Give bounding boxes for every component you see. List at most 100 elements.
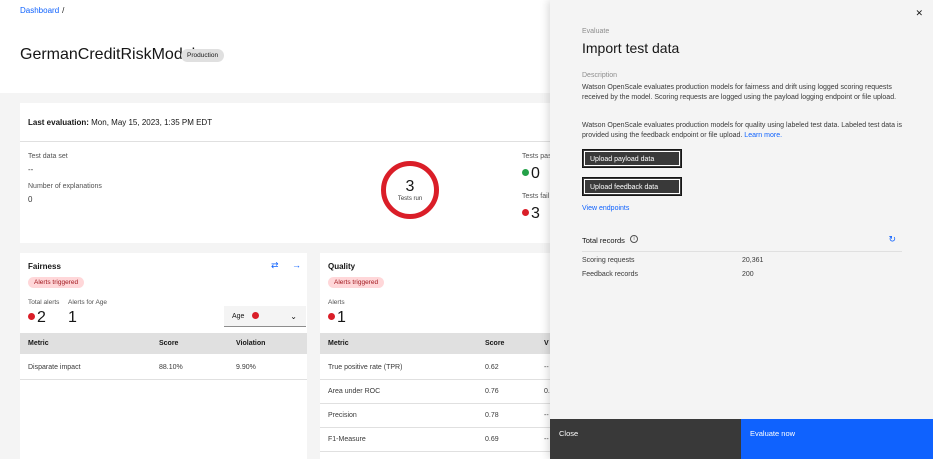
violation-cell: 0. xyxy=(544,388,550,395)
production-tag: Production xyxy=(181,49,225,62)
total-records-header: Total records i ↻ xyxy=(582,234,902,250)
violation-cell: -- xyxy=(544,436,549,443)
alert-status-icon xyxy=(328,313,335,321)
info-icon[interactable]: i xyxy=(630,235,638,243)
quality-title: Quality xyxy=(328,262,356,271)
description-paragraph-2-text: Watson OpenScale evaluates production mo… xyxy=(582,122,902,139)
divider xyxy=(20,141,560,142)
feedback-records-value: 200 xyxy=(742,271,754,278)
violation-cell: -- xyxy=(544,364,549,371)
test-data-set-label: Test data set xyxy=(28,153,68,160)
tests-run-donut: 3 Tests run xyxy=(381,161,439,219)
panel-eyebrow: Evaluate xyxy=(582,28,610,35)
breadcrumb-separator: / xyxy=(62,6,65,15)
attribute-select[interactable]: Age ⌄ xyxy=(224,306,306,327)
last-evaluation-value: Mon, May 15, 2023, 1:35 PM EDT xyxy=(91,118,213,127)
column-header: V xyxy=(544,340,549,347)
metric-cell: Area under ROC xyxy=(328,388,381,395)
violation-cell: -- xyxy=(544,412,549,419)
feedback-records-row: Feedback records 200 xyxy=(582,271,902,283)
attribute-select-value: Age xyxy=(232,313,245,320)
evaluate-now-button[interactable]: Evaluate now xyxy=(741,419,933,459)
close-button[interactable]: Close xyxy=(550,419,741,459)
tests-run-value: 3 xyxy=(405,178,415,195)
refresh-icon[interactable]: ↻ xyxy=(888,234,896,245)
table-row[interactable]: F1-Measure 0.69 -- xyxy=(320,428,560,452)
tests-failed-value: 3 xyxy=(531,205,540,222)
table-row[interactable]: Precision 0.78 -- xyxy=(320,404,560,428)
quality-alerts: 1 xyxy=(328,309,346,327)
metric-cell: Disparate impact xyxy=(28,364,81,371)
scoring-requests-value: 20,361 xyxy=(742,257,764,264)
last-evaluation: Last evaluation: Mon, May 15, 2023, 1:35… xyxy=(28,118,212,127)
tests-passed-label: Tests pas xyxy=(522,153,552,160)
tests-failed: 3 xyxy=(522,205,540,223)
chevron-down-icon: ⌄ xyxy=(290,312,297,321)
tests-run-label: Tests run xyxy=(397,196,423,202)
select-alert-icon xyxy=(252,311,260,319)
divider xyxy=(582,251,902,252)
total-records-label: Total records xyxy=(582,236,625,245)
metric-cell: True positive rate (TPR) xyxy=(328,364,403,371)
explanations-label: Number of explanations xyxy=(28,183,102,190)
arrow-right-icon[interactable]: → xyxy=(292,260,301,270)
description-label: Description xyxy=(582,72,618,79)
feedback-records-label: Feedback records xyxy=(582,271,639,278)
total-alerts: 2 xyxy=(28,309,46,327)
table-row[interactable]: True positive rate (TPR) 0.62 -- xyxy=(320,356,560,380)
violation-cell: 9.90% xyxy=(236,364,256,371)
fairness-title: Fairness xyxy=(28,262,61,271)
last-evaluation-label: Last evaluation: xyxy=(28,118,89,127)
quality-panel: Quality Alerts triggered Alerts 1 Metric… xyxy=(320,253,560,459)
view-endpoints-link[interactable]: View endpoints xyxy=(582,205,629,212)
upload-feedback-button[interactable]: Upload feedback data xyxy=(582,177,682,196)
learn-more-link[interactable]: Learn more. xyxy=(744,132,782,139)
import-test-data-panel: ✕ Evaluate Import test data Description … xyxy=(550,0,933,459)
column-header: Metric xyxy=(328,340,349,347)
quality-alerts-value: 1 xyxy=(337,309,346,326)
quality-table-header: Metric Score V xyxy=(320,333,560,354)
scoring-requests-row: Scoring requests 20,361 xyxy=(582,257,902,269)
score-cell: 0.78 xyxy=(485,412,499,419)
scoring-requests-label: Scoring requests xyxy=(582,257,635,264)
swap-icon[interactable]: ⇄ xyxy=(271,260,279,271)
score-cell: 0.76 xyxy=(485,388,499,395)
description-paragraph-1: Watson OpenScale evaluates production mo… xyxy=(582,84,897,101)
column-header: Metric xyxy=(28,340,49,347)
tests-passed: 0 xyxy=(522,165,540,183)
explanations-value: 0 xyxy=(28,195,33,204)
metric-cell: Precision xyxy=(328,412,357,419)
evaluation-summary-card: Last evaluation: Mon, May 15, 2023, 1:35… xyxy=(20,103,560,243)
alerts-label: Alerts xyxy=(328,299,345,306)
test-data-set-value: -- xyxy=(28,165,34,174)
failed-status-icon xyxy=(522,209,529,217)
column-header: Score xyxy=(485,340,505,347)
score-cell: 0.69 xyxy=(485,436,499,443)
passed-status-icon xyxy=(522,169,529,177)
column-header: Violation xyxy=(236,340,266,347)
score-cell: 0.62 xyxy=(485,364,499,371)
close-icon[interactable]: ✕ xyxy=(915,8,923,19)
total-alerts-label: Total alerts xyxy=(28,299,60,306)
fairness-table-header: Metric Score Violation xyxy=(20,333,307,354)
alerts-for-value: 1 xyxy=(68,309,77,326)
metric-cell: F1-Measure xyxy=(328,436,366,443)
quality-alert-tag: Alerts triggered xyxy=(328,277,385,288)
total-alerts-value: 2 xyxy=(37,309,46,326)
score-cell: 88.10% xyxy=(159,364,183,371)
panel-title: Import test data xyxy=(582,40,680,56)
breadcrumb: Dashboard / xyxy=(20,6,64,15)
fairness-alert-tag: Alerts triggered xyxy=(28,277,85,288)
breadcrumb-dashboard-link[interactable]: Dashboard xyxy=(20,6,59,15)
table-row[interactable]: Area under ROC 0.76 0. xyxy=(320,380,560,404)
alerts-for-label: Alerts for Age xyxy=(68,299,108,306)
column-header: Score xyxy=(159,340,179,347)
description-paragraph-2: Watson OpenScale evaluates production mo… xyxy=(582,121,902,141)
alert-status-icon xyxy=(28,313,35,321)
table-row[interactable]: Disparate impact 88.10% 9.90% xyxy=(20,356,307,380)
tests-passed-value: 0 xyxy=(531,165,540,182)
page-title: GermanCreditRiskModel xyxy=(20,46,196,63)
tests-failed-label: Tests fail xyxy=(522,193,550,200)
fairness-panel: Fairness ⇄ → Alerts triggered Total aler… xyxy=(20,253,307,459)
upload-payload-button[interactable]: Upload payload data xyxy=(582,149,682,168)
